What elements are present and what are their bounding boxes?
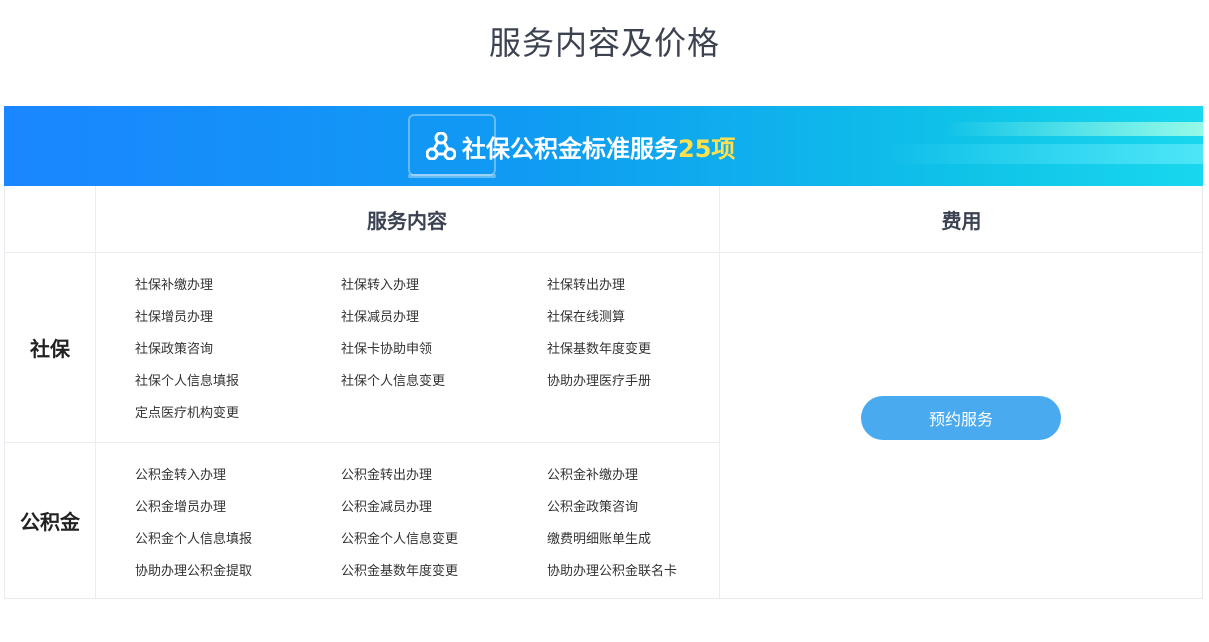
list-item[interactable]: 定点医疗机构变更 xyxy=(135,398,341,430)
book-service-button[interactable]: 预约服务 xyxy=(861,396,1061,440)
share-nodes-icon xyxy=(426,132,456,160)
banner-decoration xyxy=(943,122,1203,136)
banner-count: 25项 xyxy=(678,134,736,163)
list-item[interactable]: 公积金增员办理 xyxy=(135,492,341,524)
list-item[interactable]: 公积金转入办理 xyxy=(135,460,341,492)
list-item[interactable]: 社保政策咨询 xyxy=(135,334,341,366)
header-fee: 费用 xyxy=(941,208,982,233)
list-item[interactable]: 社保减员办理 xyxy=(341,302,547,334)
service-table: 服务内容 费用 社保 公积金 社保补缴办理 社保转入办理 社保转出办理 社保增员… xyxy=(4,186,1203,599)
page-title: 服务内容及价格 xyxy=(488,24,720,62)
list-item[interactable]: 社保基数年度变更 xyxy=(547,334,735,366)
list-item[interactable]: 社保补缴办理 xyxy=(135,270,341,302)
list-item[interactable]: 公积金减员办理 xyxy=(341,492,547,524)
service-banner: 社保公积金标准服务 25项 xyxy=(4,106,1203,186)
list-item[interactable]: 协助办理公积金提取 xyxy=(135,556,341,588)
list-item[interactable]: 社保个人信息填报 xyxy=(135,366,341,398)
list-item[interactable]: 协助办理医疗手册 xyxy=(547,366,735,398)
list-item[interactable]: 公积金基数年度变更 xyxy=(341,556,547,588)
table-divider xyxy=(5,442,719,443)
housing-fund-items: 公积金转入办理 公积金转出办理 公积金补缴办理 公积金增员办理 公积金减员办理 … xyxy=(135,460,735,588)
list-item[interactable]: 社保卡协助申领 xyxy=(341,334,547,366)
list-item[interactable]: 协助办理公积金联名卡 xyxy=(547,556,735,588)
section-label-housing-fund: 公积金 xyxy=(20,510,80,534)
list-item[interactable]: 社保转入办理 xyxy=(341,270,547,302)
list-item[interactable]: 公积金转出办理 xyxy=(341,460,547,492)
list-item[interactable]: 公积金个人信息填报 xyxy=(135,524,341,556)
list-item[interactable]: 社保在线测算 xyxy=(547,302,735,334)
list-item[interactable]: 公积金个人信息变更 xyxy=(341,524,547,556)
banner-frame-decoration xyxy=(408,174,496,178)
list-item[interactable]: 社保转出办理 xyxy=(547,270,735,302)
banner-title-text: 社保公积金标准服务 xyxy=(462,134,678,163)
list-item[interactable]: 公积金政策咨询 xyxy=(547,492,735,524)
social-security-items: 社保补缴办理 社保转入办理 社保转出办理 社保增员办理 社保减员办理 社保在线测… xyxy=(135,270,735,430)
list-item[interactable]: 公积金补缴办理 xyxy=(547,460,735,492)
banner-decoration xyxy=(883,144,1203,164)
section-label-social-security: 社保 xyxy=(30,336,70,361)
list-item[interactable]: 社保增员办理 xyxy=(135,302,341,334)
list-item[interactable]: 缴费明细账单生成 xyxy=(547,524,735,556)
header-service-content: 服务内容 xyxy=(367,208,447,233)
banner-title: 社保公积金标准服务 25项 xyxy=(426,128,735,164)
list-item[interactable]: 社保个人信息变更 xyxy=(341,366,547,398)
table-divider xyxy=(5,252,1202,253)
